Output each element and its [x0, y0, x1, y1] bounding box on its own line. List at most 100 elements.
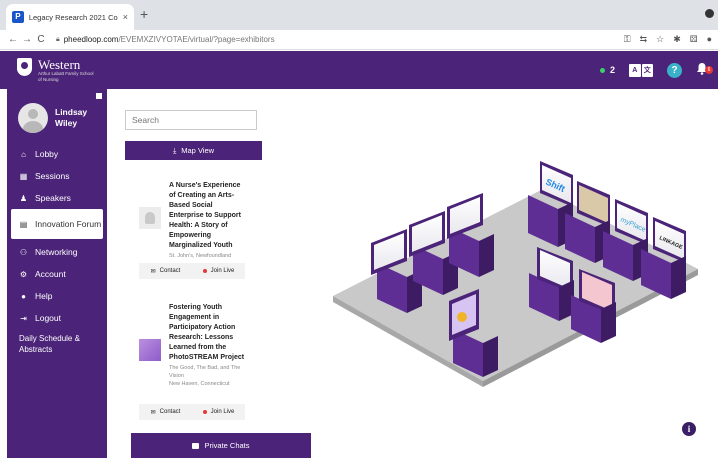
reload-button[interactable]: C: [34, 34, 48, 45]
tab-title: Legacy Research 2021 Confer: [28, 12, 118, 22]
collapse-sidebar-button[interactable]: [96, 93, 102, 99]
url-path: /EVEMXZIVYOTAE/virtual/?page=exhibitors: [118, 35, 275, 44]
exhibitor-thumbnail: [139, 207, 161, 229]
map-view-button[interactable]: ⤓ Map View: [125, 141, 262, 160]
exhibitor-thumbnail: [139, 339, 161, 361]
browser-address-bar: ← → C 🔒︎ pheedloop.com/EVEMXZIVYOTAE/vir…: [0, 30, 718, 50]
browser-tab[interactable]: P Legacy Research 2021 Confer ×: [6, 4, 134, 30]
user-name: Lindsay Wiley: [55, 107, 88, 128]
gear-icon: ⚙: [19, 269, 28, 279]
url-field[interactable]: 🔒︎ pheedloop.com/EVEMXZIVYOTAE/virtual/?…: [56, 35, 275, 44]
join-live-button[interactable]: Join Live: [192, 409, 245, 415]
mail-icon: ✉: [150, 409, 156, 416]
card-actions: ✉ Contact Join Live: [139, 263, 245, 279]
sidebar-item-label: Daily Schedule & Abstracts: [19, 334, 80, 354]
notification-bell-icon[interactable]: 6: [696, 62, 713, 78]
share-icon[interactable]: ⇆: [640, 34, 648, 45]
join-live-button[interactable]: Join Live: [192, 268, 245, 274]
avatar: [18, 103, 48, 133]
info-icon: ●: [21, 291, 26, 301]
browser-tab-bar: P Legacy Research 2021 Confer × +: [0, 0, 718, 30]
people-icon: ⚇: [19, 247, 28, 257]
extension-toolbar: ⚿ ⇆ ☆ ✱ ⚄ ●: [624, 34, 712, 45]
exhibitor-panel: ⤓ Map View A Nurse's Experience of Creat…: [107, 89, 718, 458]
exhibitor-card[interactable]: Fostering Youth Engagement in Participat…: [137, 303, 245, 423]
online-count[interactable]: 2: [599, 65, 615, 75]
booth-icon: ▤: [19, 219, 28, 229]
extension-icon[interactable]: ✱: [673, 34, 681, 45]
sidebar-item-help[interactable]: ● Help: [7, 285, 107, 307]
sidebar-item-label: Help: [35, 291, 53, 301]
exhibitor-card[interactable]: A Nurse's Experience of Creating an Arts…: [137, 181, 245, 281]
logout-icon: ⇥: [20, 313, 27, 323]
sidebar-item-label: Networking: [35, 247, 78, 257]
sidebar-nav: ⌂ Lobby ▦ Sessions ♟ Speakers ▤ Innovati…: [7, 143, 107, 359]
private-chats-button[interactable]: Private Chats: [131, 433, 311, 458]
crest-icon: [17, 58, 32, 76]
sidebar-item-label: Lobby: [35, 149, 59, 159]
exhibitor-org: The Good, The Bad, and The Vision: [169, 365, 241, 379]
online-dot-icon: [599, 67, 605, 73]
exhibitor-location: St. John's, Newfoundland: [169, 253, 232, 259]
sidebar-item-label: Sessions: [35, 171, 70, 181]
new-tab-button[interactable]: +: [140, 7, 148, 21]
logo-subtitle: Arthur Labatt Family School of Nursing: [38, 71, 94, 82]
notification-badge: 6: [705, 66, 713, 74]
chat-icon: [192, 442, 200, 449]
online-count-value: 2: [609, 65, 615, 75]
back-button[interactable]: ←: [6, 34, 20, 45]
language-right: 文: [641, 63, 653, 77]
app-header: Western Arthur Labatt Family School of N…: [0, 51, 718, 89]
language-icon[interactable]: A 文: [629, 63, 653, 77]
info-icon[interactable]: i: [682, 422, 696, 436]
help-icon[interactable]: ?: [667, 62, 682, 78]
sidebar-item-innovation-forum[interactable]: ▤ Innovation Forum: [11, 209, 103, 239]
sidebar: Lindsay Wiley ⌂ Lobby ▦ Sessions ♟ Speak…: [7, 89, 107, 458]
live-dot-icon: [202, 410, 207, 414]
sidebar-item-lobby[interactable]: ⌂ Lobby: [7, 143, 107, 165]
live-dot-icon: [202, 269, 207, 273]
sidebar-item-speakers[interactable]: ♟ Speakers: [7, 187, 107, 209]
sidebar-item-daily-schedule[interactable]: Daily Schedule & Abstracts: [7, 329, 107, 359]
private-chats-label: Private Chats: [204, 441, 250, 450]
lock-icon: 🔒︎: [56, 35, 60, 43]
booth-graphic: [457, 312, 467, 322]
profile-icon[interactable]: ●: [707, 34, 712, 45]
user-profile[interactable]: Lindsay Wiley: [18, 103, 95, 133]
map-view-label: Map View: [181, 146, 215, 155]
home-icon: ⌂: [21, 149, 26, 159]
favicon-icon: P: [12, 11, 24, 23]
contact-label: Contact: [159, 409, 181, 415]
sidebar-item-networking[interactable]: ⚇ Networking: [7, 241, 107, 263]
exhibitor-title: A Nurse's Experience of Creating an Arts…: [169, 182, 241, 249]
sidebar-item-account[interactable]: ⚙ Account: [7, 263, 107, 285]
western-logo[interactable]: Western Arthur Labatt Family School of N…: [17, 58, 98, 82]
tab-close-icon[interactable]: ×: [123, 12, 128, 22]
calendar-icon: ▦: [19, 171, 28, 181]
logo-title: Western: [38, 57, 81, 72]
card-actions: ✉ Contact Join Live: [139, 404, 245, 420]
star-icon[interactable]: ☆: [656, 34, 664, 45]
puzzle-icon[interactable]: ⚄: [690, 34, 698, 45]
sidebar-item-label: Innovation Forum: [35, 218, 102, 229]
contact-button[interactable]: ✉ Contact: [139, 268, 192, 275]
exhibitor-title: Fostering Youth Engagement in Participat…: [169, 304, 245, 361]
exhibitor-location: New Haven, Connecticut: [169, 381, 230, 387]
sidebar-item-label: Logout: [35, 313, 61, 323]
join-live-label: Join Live: [210, 268, 235, 274]
person-icon: ♟: [19, 193, 28, 203]
url-host: pheedloop.com: [63, 35, 119, 44]
record-icon[interactable]: [705, 9, 714, 18]
sidebar-item-sessions[interactable]: ▦ Sessions: [7, 165, 107, 187]
mail-icon: ✉: [150, 268, 156, 275]
key-icon[interactable]: ⚿: [624, 34, 631, 45]
join-live-label: Join Live: [210, 409, 235, 415]
forward-button[interactable]: →: [20, 34, 34, 45]
exhibit-hall-map[interactable]: Shift myPlace LINKAGE: [333, 151, 703, 391]
sidebar-item-logout[interactable]: ⇥ Logout: [7, 307, 107, 329]
search-input[interactable]: [125, 110, 257, 130]
download-icon: ⤓: [172, 145, 177, 155]
contact-label: Contact: [159, 268, 181, 274]
contact-button[interactable]: ✉ Contact: [139, 409, 192, 416]
language-left: A: [629, 63, 641, 77]
